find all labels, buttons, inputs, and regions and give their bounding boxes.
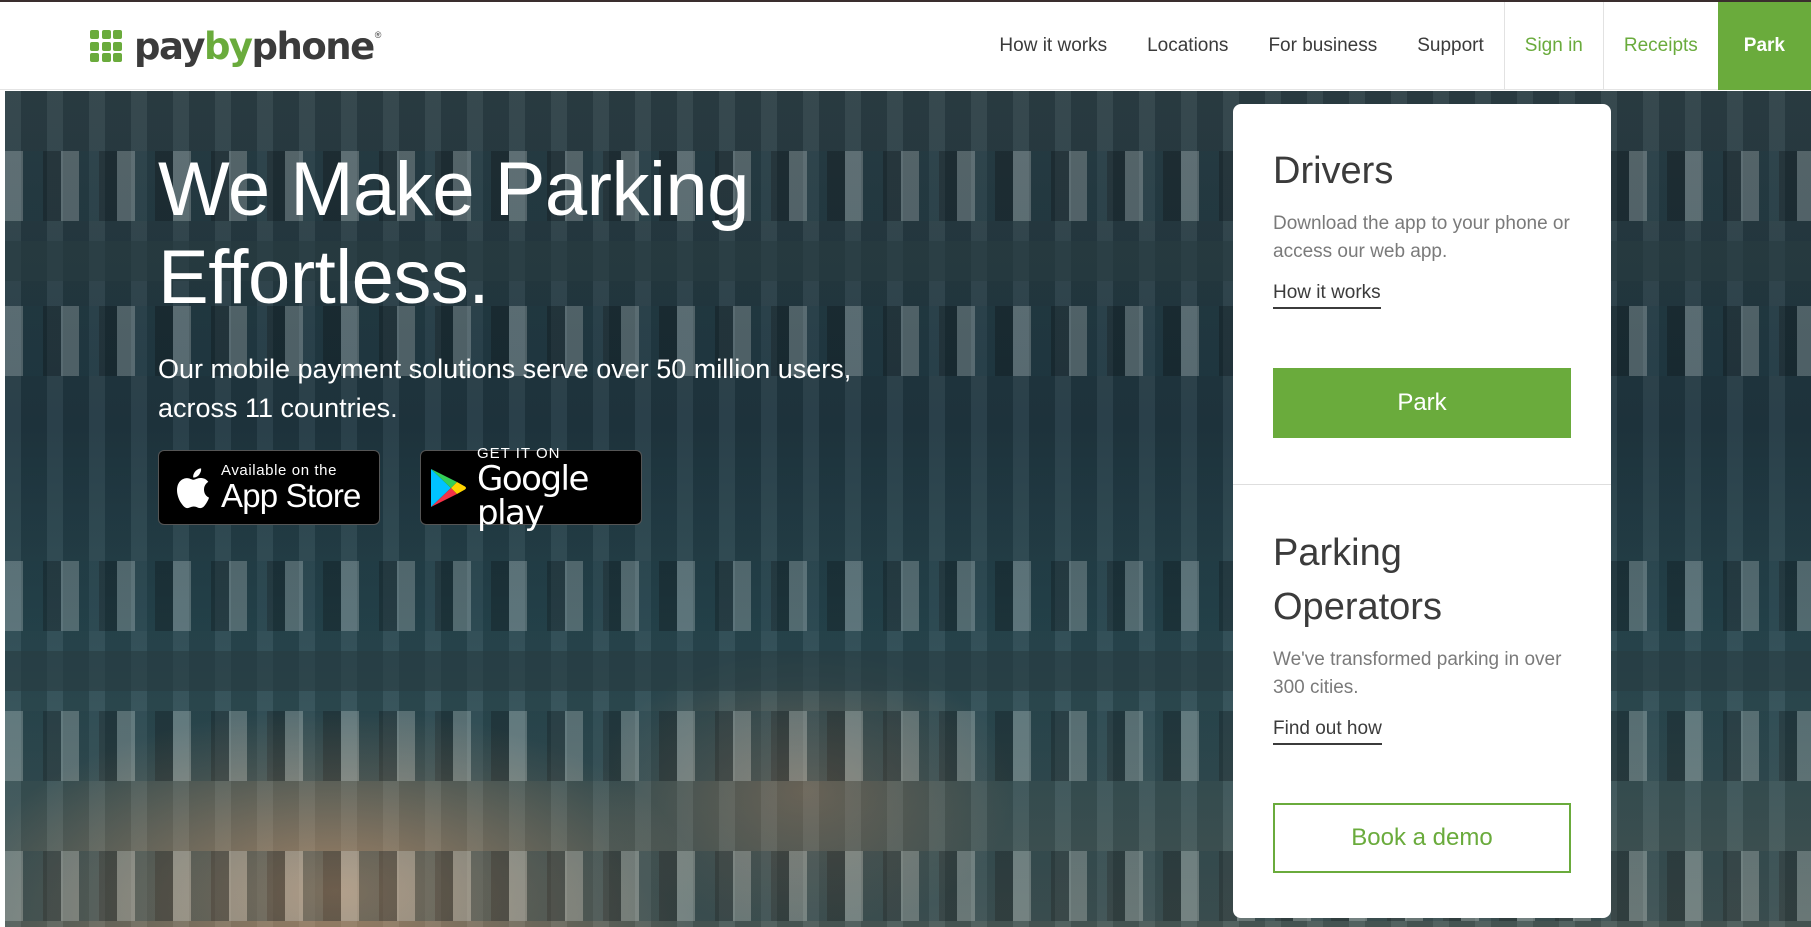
hero-subtitle: Our mobile payment solutions serve over … xyxy=(158,354,852,423)
logo-grid-icon xyxy=(90,30,122,62)
nav-sign-in[interactable]: Sign in xyxy=(1503,2,1603,90)
drivers-how-it-works-link[interactable]: How it works xyxy=(1273,282,1381,309)
paybyphone-logo[interactable]: paybyphone ® xyxy=(90,24,381,68)
google-play-badge[interactable]: GET IT ON Google play xyxy=(420,445,642,530)
registered-mark: ® xyxy=(374,30,382,40)
card-divider xyxy=(1233,484,1611,485)
app-store-badges: Available on the App Store GET IT ON Goo… xyxy=(158,445,642,530)
nav-park-button[interactable]: Park xyxy=(1717,2,1811,90)
google-play-big-text: Google play xyxy=(477,458,589,533)
app-store-badge[interactable]: Available on the App Store xyxy=(158,450,380,525)
nav-for-business[interactable]: For business xyxy=(1248,2,1397,90)
drivers-heading: Drivers xyxy=(1273,150,1394,192)
drivers-park-button[interactable]: Park xyxy=(1273,368,1571,438)
operators-heading: Parking Operators xyxy=(1273,532,1442,628)
google-play-icon xyxy=(429,467,467,509)
main-nav: How it works Locations For business Supp… xyxy=(979,2,1811,90)
nav-how-it-works[interactable]: How it works xyxy=(979,2,1127,90)
audience-card: Drivers Download the app to your phone o… xyxy=(1233,104,1611,918)
nav-support[interactable]: Support xyxy=(1397,2,1504,90)
logo-wordmark: paybyphone xyxy=(134,24,375,68)
drivers-text: Download the app to your phone or access… xyxy=(1273,213,1570,262)
operators-text: We've transformed parking in over 300 ci… xyxy=(1273,649,1562,698)
nav-receipts[interactable]: Receipts xyxy=(1602,2,1718,90)
operators-find-out-how-link[interactable]: Find out how xyxy=(1273,718,1382,745)
apple-icon xyxy=(173,466,211,510)
nav-locations[interactable]: Locations xyxy=(1127,2,1248,90)
operators-section: Parking Operators We've transformed park… xyxy=(1273,526,1571,745)
book-a-demo-button[interactable]: Book a demo xyxy=(1273,803,1571,873)
site-header: paybyphone ® How it works Locations For … xyxy=(0,2,1811,90)
hero-copy: We Make Parking Effortless. Our mobile p… xyxy=(158,146,918,428)
hero-title: We Make Parking Effortless. xyxy=(158,147,749,320)
app-store-big-text: App Store xyxy=(221,476,361,514)
drivers-section: Drivers Download the app to your phone o… xyxy=(1273,144,1571,309)
